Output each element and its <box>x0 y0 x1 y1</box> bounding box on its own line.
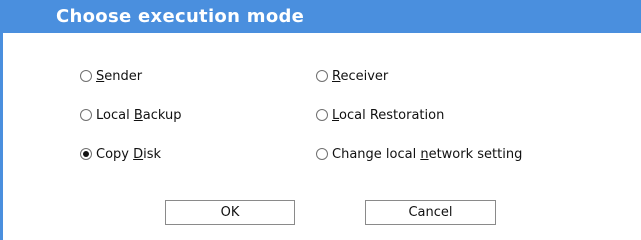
radio-button-icon <box>80 70 92 82</box>
radio-label: Receiver <box>332 68 389 84</box>
dialog-title: Choose execution mode <box>0 0 641 33</box>
radio-sender[interactable]: Sender <box>80 66 142 86</box>
radio-local-restoration[interactable]: Local Restoration <box>316 105 444 125</box>
radio-label: Local Restoration <box>332 107 445 123</box>
radio-label: Copy Disk <box>96 146 162 162</box>
radio-button-icon <box>80 109 92 121</box>
radio-button-selected-icon <box>80 148 92 160</box>
cancel-button[interactable]: Cancel <box>365 200 496 225</box>
radio-label: Local Backup <box>96 107 182 123</box>
radio-label: Change local network setting <box>332 146 523 162</box>
radio-change-network-setting[interactable]: Change local network setting <box>316 144 522 164</box>
radio-button-icon <box>316 109 328 121</box>
radio-copy-disk[interactable]: Copy Disk <box>80 144 161 164</box>
radio-button-icon <box>316 148 328 160</box>
execution-mode-dialog: Choose execution mode Sender Receiver Lo… <box>0 0 641 240</box>
ok-button[interactable]: OK <box>165 200 295 225</box>
radio-receiver[interactable]: Receiver <box>316 66 388 86</box>
radio-local-backup[interactable]: Local Backup <box>80 105 181 125</box>
radio-button-icon <box>316 70 328 82</box>
radio-label: Sender <box>96 68 143 84</box>
dialog-left-border <box>0 33 3 240</box>
